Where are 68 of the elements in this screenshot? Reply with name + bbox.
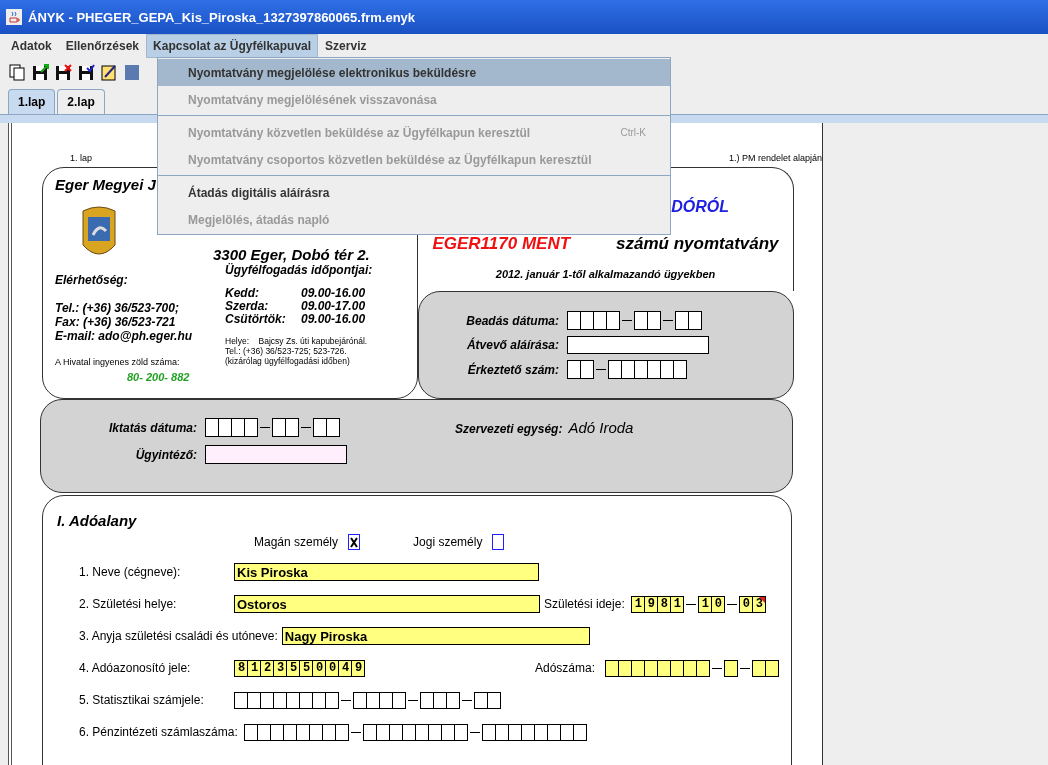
- form-code: EGER1170 MENT: [432, 234, 571, 254]
- tax-number-field[interactable]: [605, 659, 779, 677]
- checkbox-label: Jogi személy: [413, 535, 483, 549]
- validity-note: 2012. január 1-től alkalmazandó ügyekben: [495, 268, 716, 280]
- field-label: 2. Születési helye:: [79, 597, 178, 611]
- legal-note: 1.) PM rendelet alapján: [728, 153, 822, 163]
- bank-account-field[interactable]: [243, 723, 587, 741]
- page-tab[interactable]: 1.lap: [8, 89, 56, 114]
- name-field[interactable]: Kis Piroska: [234, 563, 539, 581]
- field-label: Születési ideje:: [544, 597, 625, 611]
- menu-item[interactable]: Szerviz: [318, 34, 374, 58]
- field-label: Adószáma:: [534, 661, 595, 675]
- free-number-label: A Hivatal ingyenes zöld száma:: [55, 357, 181, 367]
- weekday: Szerda:: [225, 300, 270, 313]
- save-icon[interactable]: [31, 63, 49, 81]
- clerk-field[interactable]: [205, 445, 347, 464]
- app-icon: [6, 9, 22, 25]
- contact-line: E-mail: ado@ph.eger.hu: [55, 329, 194, 343]
- field-label: Beadás dátuma:: [465, 313, 560, 328]
- form-code-suffix: számú nyomtatvány: [616, 234, 779, 254]
- signature-field[interactable]: [567, 336, 709, 354]
- hours-heading: Ügyfélfogadás időpontjai:: [225, 263, 374, 277]
- contact-line: Tel.: (+36) 36/523-700;: [55, 301, 180, 315]
- copy-icon[interactable]: [8, 63, 26, 81]
- mother-name-field[interactable]: Nagy Piroska: [281, 627, 590, 645]
- field-label: Érkeztető szám:: [466, 362, 560, 377]
- checkbox-label: Magán személy: [254, 535, 339, 549]
- birthplace-field[interactable]: Ostoros: [234, 595, 540, 613]
- contact-line: Fax: (+36) 36/523-721: [55, 315, 177, 329]
- page-tab[interactable]: 2.lap: [57, 89, 105, 114]
- field-label: 1. Neve (cégneve):: [79, 565, 182, 579]
- location-line: (kizárólag ügyfélfogadási időben): [225, 356, 351, 366]
- field-label: 6. Pénzintézeti számlaszáma:: [79, 725, 238, 739]
- field-label: 5. Statisztikai számjele:: [79, 693, 205, 707]
- unit-value: Adó Iroda: [568, 419, 634, 436]
- field-label: Ügyintéző:: [134, 447, 198, 462]
- section-heading: I. Adóalany: [57, 512, 137, 529]
- opening-hours: 09.00-16.00: [301, 313, 367, 326]
- save-icon[interactable]: [77, 63, 95, 81]
- menu-item[interactable]: Nyomtatvány megjelölése elektronikus beküldésre: [158, 59, 670, 86]
- checkbox[interactable]: [348, 534, 361, 550]
- stat-code-field[interactable]: [234, 691, 501, 709]
- field-label: Átvevő aláírása:: [465, 338, 560, 352]
- location-line: Tel.: (+36) 36/523-725; 523-726.: [225, 346, 348, 356]
- form-title: DÓRÓL: [671, 198, 729, 216]
- menu-item[interactable]: Kapcsolat az Ügyfélkapuval: [146, 34, 319, 58]
- field-label: Iktatás dátuma:: [107, 420, 198, 435]
- save-icon[interactable]: [54, 63, 72, 81]
- field-label: 4. Adóazonosító jele:: [79, 661, 192, 675]
- toolbar-icon[interactable]: [123, 63, 141, 81]
- office-address: 3300 Eger, Dobó tér 2.: [213, 246, 371, 263]
- page-label: 1. lap: [70, 153, 93, 163]
- field-label: 3. Anyja születési családi és utóneve:: [79, 629, 278, 643]
- field-label: Szervezeti egység:: [455, 422, 563, 436]
- window-title: ÁNYK - PHEGER_GEPA_Kis_Piroska_1327397860065.frm.enyk: [28, 9, 416, 25]
- contact-heading: Elérhetőség:: [55, 273, 129, 287]
- opening-hours: 09.00-16.00: [301, 287, 367, 300]
- edit-icon[interactable]: [100, 63, 118, 81]
- free-number: 80- 200- 882: [127, 371, 191, 383]
- weekday: Csütörtök:: [225, 313, 287, 326]
- office-name: Eger Megyei J: [55, 176, 156, 193]
- location-line: Helye: Bajcsy Zs. úti kapubejárónál.: [225, 336, 369, 346]
- opening-hours: 09.00-17.00: [301, 300, 367, 313]
- menu-item[interactable]: Átadás digitális aláírásra: [158, 179, 670, 206]
- checkbox[interactable]: [492, 534, 505, 550]
- menu-item[interactable]: Adatok: [4, 34, 59, 58]
- weekday: Kedd:: [225, 287, 260, 300]
- menu-item[interactable]: Ellenőrzések: [58, 34, 147, 58]
